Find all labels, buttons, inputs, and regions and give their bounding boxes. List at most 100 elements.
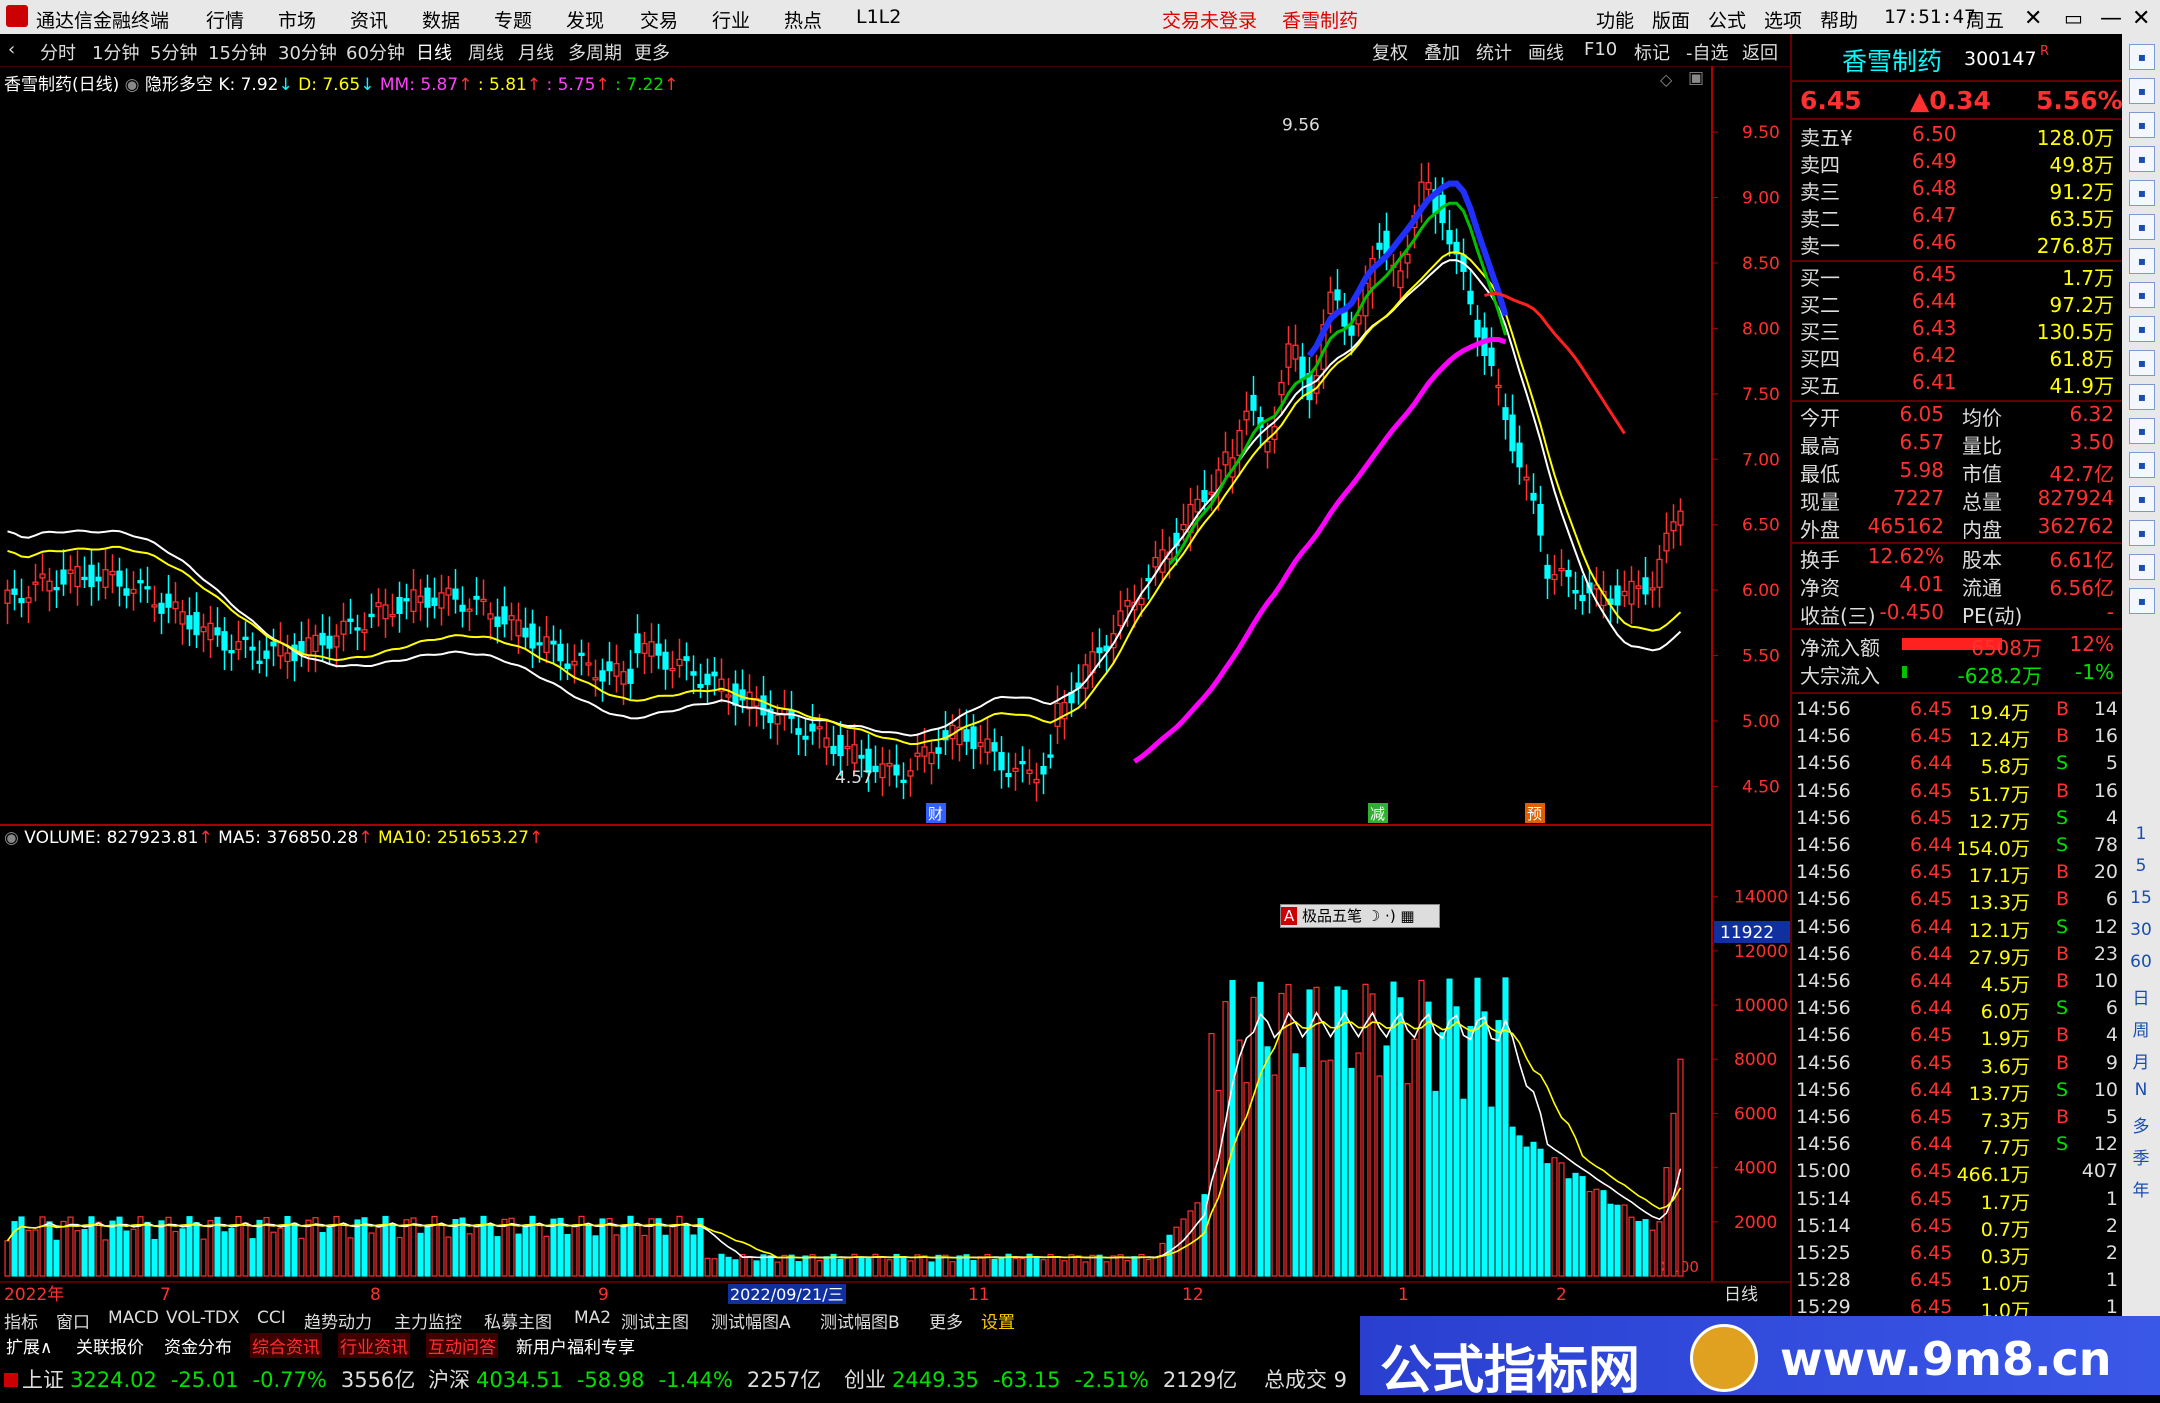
sidebar-period-4[interactable]: 60: [2126, 952, 2156, 972]
pen-icon[interactable]: ▪: [2129, 588, 2155, 614]
index-item[interactable]: 创业 2449.35 -63.15 -2.51% 2129亿: [844, 1364, 1237, 1394]
grid-icon[interactable]: ▪: [2129, 350, 2155, 376]
period-more[interactable]: 更多: [634, 39, 670, 65]
period-multi[interactable]: 多周期: [568, 39, 622, 65]
tick-row[interactable]: 15:25 6.45 0.3万 2: [1792, 1242, 2122, 1269]
sidebar-period-8[interactable]: N: [2126, 1080, 2156, 1100]
link-3[interactable]: 综合资讯: [250, 1333, 322, 1358]
menu-trade[interactable]: 交易: [640, 6, 678, 33]
ime-toolbar[interactable]: A 极品五笔 ☽ ·) ▦: [1280, 904, 1440, 928]
bar-icon[interactable]: ▪: [2129, 180, 2155, 206]
period-weekly[interactable]: 周线: [468, 39, 504, 65]
period-5min[interactable]: 5分钟: [150, 39, 197, 65]
period-1min[interactable]: 1分钟: [92, 39, 139, 65]
index-item[interactable]: 上证 3224.02 -25.01 -0.77% 3556亿: [4, 1364, 415, 1394]
period-60min[interactable]: 60分钟: [346, 39, 405, 65]
btn-draw[interactable]: 画线: [1528, 39, 1564, 65]
up-arrow-icon[interactable]: ▪: [2129, 44, 2155, 70]
tick-row[interactable]: 14:56 6.44 27.9万 B 23: [1792, 943, 2122, 970]
period-15min[interactable]: 15分钟: [208, 39, 267, 65]
menu-quotes[interactable]: 行情: [206, 6, 244, 33]
tick-row[interactable]: 14:56 6.44 154.0万 S 78: [1792, 834, 2122, 861]
minimize-icon[interactable]: ▭: [2064, 6, 2083, 30]
sidebar-period-11[interactable]: 年: [2126, 1176, 2156, 1201]
period-daily[interactable]: 日线: [416, 39, 452, 65]
tick-row[interactable]: 14:56 6.45 13.3万 B 6: [1792, 888, 2122, 915]
btn-mark[interactable]: 标记: [1634, 39, 1670, 65]
tick-row[interactable]: 15:14 6.45 1.7万 1: [1792, 1188, 2122, 1215]
tick-row[interactable]: 14:56 6.45 7.3万 B 5: [1792, 1106, 2122, 1133]
risk-icon[interactable]: ▪: [2129, 520, 2155, 546]
line-icon[interactable]: ▪: [2129, 214, 2155, 240]
tick-row[interactable]: 14:56 6.45 1.9万 B 4: [1792, 1024, 2122, 1051]
minimize-window-icon[interactable]: —: [2100, 6, 2122, 31]
period-30min[interactable]: 30分钟: [278, 39, 337, 65]
kline-chart[interactable]: 香雪制药(日线) ◉ 隐形多空 K: 7.92↓ D: 7.65↓ MM: 5.…: [0, 66, 1790, 826]
move-icon[interactable]: ▪: [2129, 554, 2155, 580]
tick-row[interactable]: 14:56 6.45 3.6万 B 9: [1792, 1052, 2122, 1079]
link-0[interactable]: 扩展∧: [4, 1333, 55, 1358]
tick-row[interactable]: 14:56 6.44 5.8万 S 5: [1792, 752, 2122, 779]
up-icon[interactable]: ▪: [2129, 78, 2155, 104]
tick-row[interactable]: 14:56 6.44 6.0万 S 6: [1792, 997, 2122, 1024]
link-1[interactable]: 关联报价: [74, 1333, 146, 1358]
candle-icon[interactable]: ▪: [2129, 248, 2155, 274]
tick-row[interactable]: 14:56 6.44 12.1万 S 12: [1792, 916, 2122, 943]
period-timeshare[interactable]: 分时: [40, 39, 76, 65]
menu-news[interactable]: 资讯: [350, 6, 388, 33]
sidebar-period-6[interactable]: 周: [2126, 1016, 2156, 1041]
menu-hot[interactable]: 热点: [784, 6, 822, 33]
close-window-icon[interactable]: ✕: [2024, 6, 2042, 31]
table-icon[interactable]: ▪: [2129, 384, 2155, 410]
chart-icon[interactable]: ▪: [2129, 146, 2155, 172]
list-icon[interactable]: ▪: [2129, 282, 2155, 308]
sidebar-period-5[interactable]: 日: [2126, 984, 2156, 1009]
tick-list[interactable]: 14:56 6.45 19.4万 B 14 14:56 6.45 12.4万 B 16 14:56 6…: [1792, 698, 2122, 1327]
tab-3[interactable]: VOL-TDX: [166, 1308, 240, 1328]
circle-icon[interactable]: ▪: [2129, 486, 2155, 512]
sidebar-period-2[interactable]: 15: [2126, 888, 2156, 908]
tick-row[interactable]: 14:56 6.45 12.7万 S 4: [1792, 807, 2122, 834]
menu-market[interactable]: 市场: [278, 6, 316, 33]
menu-help[interactable]: 帮助: [1820, 6, 1858, 33]
btn-watchlist[interactable]: -自选: [1686, 39, 1729, 65]
sidebar-period-0[interactable]: 1: [2126, 824, 2156, 844]
menu-topics[interactable]: 专题: [494, 6, 532, 33]
diamond-icon[interactable]: ◇: [1660, 70, 1672, 89]
sidebar-period-3[interactable]: 30: [2126, 920, 2156, 940]
star-icon[interactable]: ▪: [2129, 452, 2155, 478]
volume-chart[interactable]: ◉ VOLUME: 827923.81↑ MA5: 376850.28↑ MA1…: [0, 826, 1790, 1281]
chevron-left-icon[interactable]: ‹: [8, 39, 15, 60]
btn-adjust[interactable]: 复权: [1372, 39, 1408, 65]
tick-row[interactable]: 15:00 6.45 466.1万 407: [1792, 1160, 2122, 1187]
menu-discover[interactable]: 发现: [566, 6, 604, 33]
period-monthly[interactable]: 月线: [518, 39, 554, 65]
tick-row[interactable]: 14:56 6.45 17.1万 B 20: [1792, 861, 2122, 888]
tab-4[interactable]: CCI: [257, 1308, 286, 1328]
tick-row[interactable]: 14:56 6.45 12.4万 B 16: [1792, 725, 2122, 752]
panel-toggle-icon[interactable]: ▣: [1688, 68, 1704, 88]
menu-data[interactable]: 数据: [422, 6, 460, 33]
btn-back[interactable]: 返回: [1742, 39, 1778, 65]
btn-overlay[interactable]: 叠加: [1424, 39, 1460, 65]
sidebar-period-1[interactable]: 5: [2126, 856, 2156, 876]
link-6[interactable]: 新用户福利专享: [514, 1333, 637, 1358]
menu-layout[interactable]: 版面: [1652, 6, 1690, 33]
menu-industry[interactable]: 行业: [712, 6, 750, 33]
tick-row[interactable]: 14:56 6.45 51.7万 B 16: [1792, 780, 2122, 807]
book-icon[interactable]: ▪: [2129, 418, 2155, 444]
sidebar-period-9[interactable]: 多: [2126, 1112, 2156, 1137]
close-app-icon[interactable]: ✕: [2132, 6, 2150, 31]
tick-row[interactable]: 14:56 6.44 7.7万 S 12: [1792, 1133, 2122, 1160]
btn-f10[interactable]: F10: [1584, 39, 1617, 60]
index-item[interactable]: 沪深 4034.51 -58.98 -1.44% 2257亿: [428, 1364, 821, 1394]
tab-8[interactable]: MA2: [574, 1308, 611, 1328]
btn-stats[interactable]: 统计: [1476, 39, 1512, 65]
menu-l1l2[interactable]: L1L2: [856, 6, 901, 28]
tick-row[interactable]: 14:56 6.44 4.5万 B 10: [1792, 970, 2122, 997]
tab-2[interactable]: MACD: [108, 1308, 159, 1328]
link-2[interactable]: 资金分布: [162, 1333, 234, 1358]
menu-options[interactable]: 选项: [1764, 6, 1802, 33]
menu-formula[interactable]: 公式: [1708, 6, 1746, 33]
sidebar-period-10[interactable]: 季: [2126, 1144, 2156, 1169]
